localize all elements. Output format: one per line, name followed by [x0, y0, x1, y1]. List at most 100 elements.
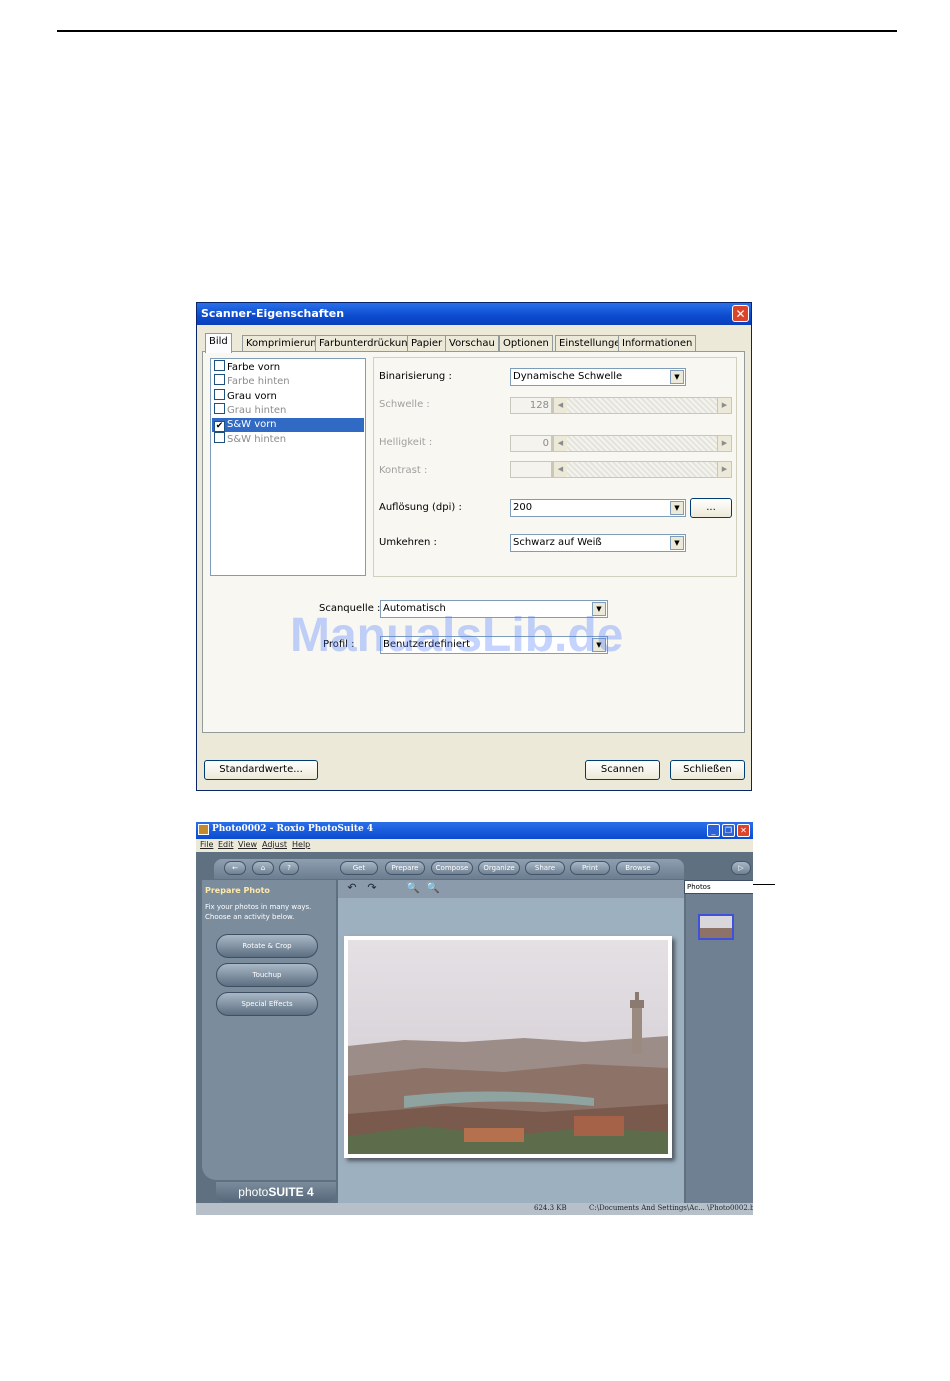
checkbox[interactable] — [214, 374, 225, 385]
tab-bild[interactable]: Bild — [205, 333, 232, 353]
tab-papier[interactable]: Papier — [407, 335, 447, 352]
brightness-label: Helligkeit : — [379, 437, 433, 448]
resolution-more-button[interactable]: ... — [690, 498, 732, 518]
panel-title: Prepare Photo — [205, 886, 270, 895]
watermark: ManualsLib.de — [290, 609, 624, 662]
prepare-panel — [202, 880, 336, 1180]
nav-get-button[interactable]: Get — [340, 861, 378, 875]
menu-view[interactable]: View — [238, 840, 257, 849]
scan-button[interactable]: Scannen — [585, 760, 660, 780]
list-item[interactable]: Farbe vorn — [212, 360, 364, 374]
chevron-down-icon[interactable]: ▼ — [670, 370, 684, 384]
forward-icon[interactable]: ▷ — [731, 861, 751, 875]
checkbox-checked[interactable]: ✔ — [214, 421, 225, 432]
thumbnail-image — [700, 916, 732, 938]
zoom-in-icon[interactable]: 🔍 — [406, 882, 420, 894]
undo-icon[interactable]: ↶ — [346, 882, 358, 894]
photo-frame[interactable] — [344, 936, 672, 1158]
threshold-label: Schwelle : — [379, 399, 430, 410]
menu-help[interactable]: Help — [292, 840, 310, 849]
tab-vorschau[interactable]: Vorschau — [445, 335, 499, 352]
photo-thumbnail[interactable] — [698, 914, 734, 940]
view-toolbar — [338, 880, 684, 898]
brightness-slider[interactable]: ◀ ▶ — [552, 435, 732, 452]
help-icon[interactable]: ? — [279, 861, 299, 875]
arrow-right-icon[interactable]: ▶ — [717, 436, 731, 451]
invert-select[interactable]: Schwarz auf Weiß ▼ — [510, 534, 686, 552]
arrow-left-icon[interactable]: ◀ — [553, 462, 567, 477]
photosuite-brand: photoSUITE 4 — [216, 1182, 336, 1202]
status-file-path: C:\Documents And Settings\Ac... \Photo00… — [589, 1204, 753, 1212]
dialog-title: Scanner-Eigenschaften — [201, 307, 345, 320]
invert-label: Umkehren : — [379, 537, 437, 548]
dialog-titlebar[interactable]: Scanner-Eigenschaften ✕ — [197, 303, 751, 325]
restore-icon[interactable]: ❐ — [722, 824, 735, 837]
chevron-down-icon[interactable]: ▼ — [670, 536, 684, 550]
library-select-value: Photos — [687, 883, 711, 891]
nav-share-button[interactable]: Share — [525, 861, 565, 875]
arrow-right-icon[interactable]: ▶ — [717, 462, 731, 477]
rotate-crop-button[interactable]: Rotate & Crop — [216, 934, 318, 958]
home-icon[interactable]: ⌂ — [252, 861, 274, 875]
back-icon[interactable]: ← — [224, 861, 246, 875]
nav-compose-button[interactable]: Compose — [431, 861, 473, 875]
binarization-value: Dynamische Schwelle — [513, 371, 623, 382]
contrast-field[interactable] — [510, 461, 552, 478]
resolution-label: Auflösung (dpi) : — [379, 502, 462, 513]
photosuite-titlebar[interactable]: Photo0002 - Roxio PhotoSuite 4 _ ❐ ✕ — [196, 822, 753, 839]
nav-browse-button[interactable]: Browse — [616, 861, 660, 875]
checkbox[interactable] — [214, 432, 225, 443]
app-logo-icon — [198, 824, 209, 835]
defaults-button[interactable]: Standardwerte... — [204, 760, 318, 780]
list-item[interactable]: Grau vorn — [212, 389, 364, 403]
close-button[interactable]: Schließen — [670, 760, 745, 780]
brightness-field[interactable]: 0 — [510, 435, 552, 452]
contrast-label: Kontrast : — [379, 465, 428, 476]
zoom-out-icon[interactable]: 🔍 — [426, 882, 440, 894]
threshold-field[interactable]: 128 — [510, 397, 552, 414]
tab-farbunterdrueckung[interactable]: Farbunterdrückung — [315, 335, 418, 352]
arrow-left-icon[interactable]: ◀ — [553, 398, 567, 413]
status-file-size: 624.3 KB — [534, 1204, 567, 1212]
checkbox[interactable] — [214, 403, 225, 414]
minimize-icon[interactable]: _ — [707, 824, 720, 837]
page-top-rule — [57, 30, 897, 32]
checkbox[interactable] — [214, 360, 225, 371]
threshold-slider[interactable]: ◀ ▶ — [552, 397, 732, 414]
nav-prepare-button[interactable]: Prepare — [385, 861, 425, 875]
menu-file[interactable]: File — [200, 840, 213, 849]
close-icon[interactable]: ✕ — [737, 824, 750, 837]
menu-adjust[interactable]: Adjust — [262, 840, 287, 849]
panel-description: Fix your photos in many ways. Choose an … — [205, 903, 312, 921]
invert-value: Schwarz auf Weiß — [513, 537, 602, 548]
photosuite-window: Photo0002 - Roxio PhotoSuite 4 _ ❐ ✕ Fil… — [196, 822, 753, 1215]
status-bar: 624.3 KB C:\Documents And Settings\Ac...… — [196, 1203, 753, 1215]
nav-print-button[interactable]: Print — [570, 861, 610, 875]
list-item[interactable]: Grau hinten — [212, 403, 364, 417]
tab-informationen[interactable]: Informationen — [618, 335, 697, 352]
special-effects-button[interactable]: Special Effects — [216, 992, 318, 1016]
binarization-select[interactable]: Dynamische Schwelle ▼ — [510, 368, 686, 386]
tab-optionen[interactable]: Optionen — [499, 335, 553, 352]
arrow-right-icon[interactable]: ▶ — [717, 398, 731, 413]
redo-icon[interactable]: ↷ — [366, 882, 378, 894]
checkbox[interactable] — [214, 389, 225, 400]
library-select[interactable]: Photos — [684, 880, 753, 894]
close-icon[interactable]: ✕ — [732, 305, 749, 322]
menu-edit[interactable]: Edit — [218, 840, 234, 849]
list-item-selected[interactable]: ✔ S&W vorn — [212, 418, 364, 432]
binarization-label: Binarisierung : — [379, 371, 452, 382]
list-item[interactable]: S&W hinten — [212, 432, 364, 446]
arrow-left-icon[interactable]: ◀ — [553, 436, 567, 451]
resolution-select[interactable]: 200 ▼ — [510, 499, 686, 517]
callout-line — [753, 884, 775, 885]
florence-photo — [348, 940, 668, 1154]
image-type-list[interactable]: Farbe vorn Farbe hinten Grau vorn Grau h… — [210, 358, 366, 576]
contrast-slider[interactable]: ◀ ▶ — [552, 461, 732, 478]
scanner-properties-dialog: Scanner-Eigenschaften ✕ Bild Komprimieru… — [196, 302, 752, 791]
touchup-button[interactable]: Touchup — [216, 963, 318, 987]
nav-organize-button[interactable]: Organize — [478, 861, 520, 875]
list-item[interactable]: Farbe hinten — [212, 374, 364, 388]
chevron-down-icon[interactable]: ▼ — [670, 501, 684, 515]
photosuite-title: Photo0002 - Roxio PhotoSuite 4 — [212, 824, 374, 834]
